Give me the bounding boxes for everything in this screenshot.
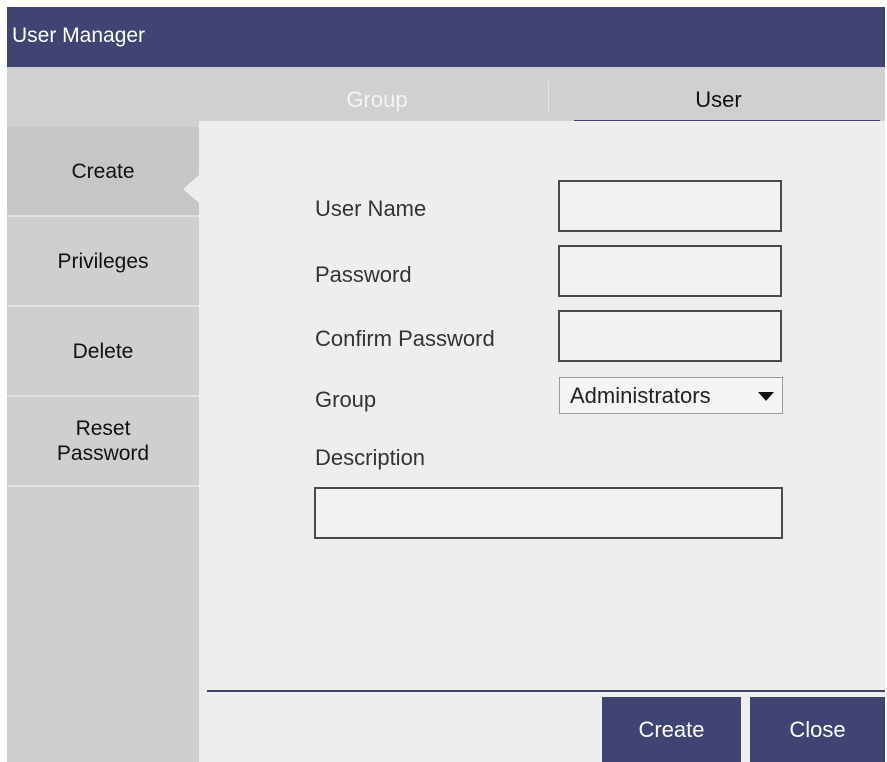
footer-divider bbox=[207, 690, 885, 692]
title-bar: User Manager bbox=[7, 7, 885, 67]
sidebar: Create Privileges Delete Reset Password bbox=[7, 127, 199, 762]
sidebar-item-delete[interactable]: Delete bbox=[7, 307, 199, 397]
sidebar-item-label: Create bbox=[71, 159, 135, 183]
confirm-password-input[interactable] bbox=[558, 310, 782, 362]
tab-bar: Group User bbox=[7, 67, 885, 127]
sidebar-item-label-line: Reset bbox=[75, 417, 131, 440]
caret-down-icon bbox=[758, 392, 774, 401]
user-name-label: User Name bbox=[315, 196, 427, 221]
group-select-value: Administrators bbox=[570, 383, 711, 408]
group-select[interactable]: Administrators bbox=[559, 377, 783, 414]
user-manager-window: User Manager Group User Create Privilege… bbox=[7, 7, 885, 762]
password-label: Password bbox=[315, 262, 412, 287]
sidebar-item-label: Reset Password bbox=[57, 416, 149, 466]
tab-group[interactable]: Group bbox=[207, 67, 547, 127]
confirm-password-label: Confirm Password bbox=[315, 326, 495, 351]
password-input[interactable] bbox=[558, 245, 782, 297]
sidebar-item-reset-password[interactable]: Reset Password bbox=[7, 397, 199, 487]
sidebar-item-label: Privileges bbox=[57, 249, 149, 273]
description-label: Description bbox=[315, 445, 426, 470]
user-name-input[interactable] bbox=[558, 180, 782, 232]
tab-user[interactable]: User bbox=[552, 67, 885, 127]
sidebar-item-label-line: Password bbox=[56, 442, 150, 465]
create-button[interactable]: Create bbox=[602, 697, 741, 762]
sidebar-item-privileges[interactable]: Privileges bbox=[7, 217, 199, 307]
window-title: User Manager bbox=[12, 24, 146, 47]
group-label: Group bbox=[315, 387, 377, 412]
create-user-panel: User Name Password Confirm Password Grou… bbox=[199, 121, 885, 762]
sidebar-item-create[interactable]: Create bbox=[7, 127, 199, 217]
description-input[interactable] bbox=[314, 487, 783, 539]
active-item-pointer bbox=[183, 175, 199, 203]
tab-divider bbox=[548, 81, 549, 113]
sidebar-item-label: Delete bbox=[72, 339, 134, 363]
close-button[interactable]: Close bbox=[750, 697, 885, 762]
